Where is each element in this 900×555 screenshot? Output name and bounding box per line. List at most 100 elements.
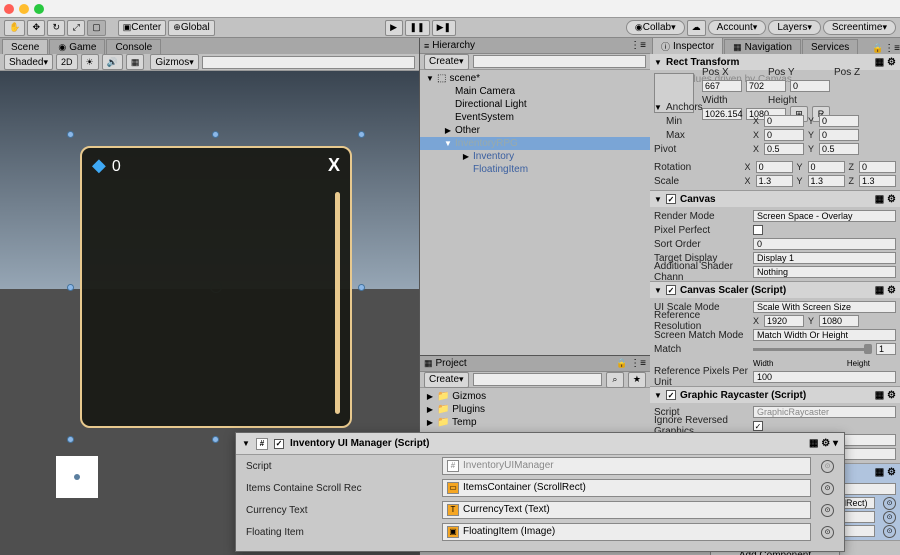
popup-items-field[interactable]: ▭ItemsContainer (ScrollRect) <box>442 479 811 497</box>
layers-dropdown[interactable]: Layers ▾ <box>768 20 821 35</box>
tab-navigation[interactable]: ▦ Navigation <box>724 39 801 54</box>
selection-handle[interactable] <box>67 131 74 138</box>
pivoty-field[interactable]: 0.5 <box>819 143 859 155</box>
target-display-dropdown[interactable]: Display 1 <box>753 252 896 264</box>
anchor-minx-field[interactable]: 0 <box>764 115 804 127</box>
rotate-tool-button[interactable]: ↻ <box>47 20 65 36</box>
audio-toggle[interactable]: 🔊 <box>102 54 123 70</box>
hierarchy-item[interactable]: ▶Other <box>420 124 650 137</box>
hierarchy-item[interactable]: ▼⬚ scene* <box>420 72 650 85</box>
hierarchy-panel-header[interactable]: ≡ Hierarchy⋮≡ <box>420 38 650 54</box>
tab-scene[interactable]: Scene <box>2 39 48 54</box>
match-mode-dropdown[interactable]: Match Width Or Height <box>753 329 896 341</box>
selection-handle[interactable] <box>358 284 365 291</box>
inventory-close-button[interactable]: X <box>328 155 340 176</box>
hierarchy-menu-icon[interactable]: ⋮≡ <box>630 40 646 51</box>
hierarchy-item[interactable]: FloatingItem <box>420 163 650 176</box>
scaz-field[interactable]: 1.3 <box>859 175 896 187</box>
rotx-field[interactable]: 0 <box>756 161 793 173</box>
pivotx-field[interactable]: 0.5 <box>764 143 804 155</box>
selection-handle[interactable] <box>212 131 219 138</box>
layout-dropdown[interactable]: Screentime ▾ <box>823 20 896 35</box>
project-item[interactable]: ▶📁 Gizmos <box>420 390 650 403</box>
object-picker-icon[interactable]: ⊙ <box>883 525 896 538</box>
project-item[interactable]: ▶📁 Plugins <box>420 403 650 416</box>
scax-field[interactable]: 1.3 <box>756 175 793 187</box>
rect-tool-button[interactable]: ▢ <box>87 20 106 36</box>
rotz-field[interactable]: 0 <box>859 161 896 173</box>
close-window-button[interactable] <box>4 4 14 14</box>
rotation-mode-button[interactable]: ⊕ Global <box>168 20 214 36</box>
play-button[interactable]: ▶ <box>385 20 403 36</box>
anchor-maxy-field[interactable]: 0 <box>819 129 859 141</box>
scay-field[interactable]: 1.3 <box>808 175 845 187</box>
cloud-button[interactable]: ☁ <box>687 20 706 36</box>
match-slider[interactable] <box>753 348 872 351</box>
component-menu-icon[interactable]: ▦ ⚙ <box>875 390 896 401</box>
inspector-lock-icon[interactable]: 🔒 <box>872 43 883 54</box>
hierarchy-search-input[interactable] <box>473 55 646 68</box>
project-star-icon[interactable]: ★ <box>628 372 646 388</box>
inventory-scrollbar[interactable] <box>335 192 340 414</box>
pause-button[interactable]: ❚❚ <box>405 20 430 36</box>
component-menu-icon[interactable]: ▦ ⚙ <box>875 194 896 205</box>
anchor-miny-field[interactable]: 0 <box>819 115 859 127</box>
popup-currency-field[interactable]: TCurrencyText (Text) <box>442 501 811 519</box>
fx-toggle[interactable]: ▦ <box>126 54 145 70</box>
raycaster-enabled-checkbox[interactable]: ✓ <box>666 390 676 400</box>
inspector-menu-icon[interactable]: ⋮≡ <box>884 43 900 54</box>
ignore-reversed-checkbox[interactable]: ✓ <box>753 421 763 431</box>
roty-field[interactable]: 0 <box>808 161 845 173</box>
raycaster-header[interactable]: ▼✓Graphic Raycaster (Script)▦ ⚙ <box>650 387 900 403</box>
2d-toggle[interactable]: 2D <box>56 54 78 70</box>
tab-console[interactable]: Console <box>106 39 161 54</box>
pixel-perfect-checkbox[interactable] <box>753 225 763 235</box>
render-mode-dropdown[interactable]: Screen Space - Overlay <box>753 210 896 222</box>
canvas-enabled-checkbox[interactable]: ✓ <box>666 194 676 204</box>
selection-handle[interactable] <box>358 131 365 138</box>
ref-res-y[interactable]: 1080 <box>819 315 859 327</box>
popup-header[interactable]: ▼ # ✓ Inventory UI Manager (Script) ▦ ⚙ … <box>236 433 844 455</box>
project-create-dropdown[interactable]: Create ▾ <box>424 372 469 388</box>
zoom-window-button[interactable] <box>34 4 44 14</box>
component-menu-icon[interactable]: ▦ ⚙ <box>875 467 896 478</box>
project-filter-icon[interactable]: ⌕ <box>606 372 624 388</box>
gizmos-dropdown[interactable]: Gizmos ▾ <box>150 54 198 70</box>
anchor-maxx-field[interactable]: 0 <box>764 129 804 141</box>
object-picker-icon[interactable]: ⊙ <box>821 482 834 495</box>
ref-ppu-field[interactable]: 100 <box>753 371 896 383</box>
step-button[interactable]: ▶❚ <box>432 20 456 36</box>
object-picker-icon[interactable]: ⊙ <box>821 526 834 539</box>
hierarchy-item[interactable]: ▼InventoryRPG <box>420 137 650 150</box>
tab-services[interactable]: Services <box>802 39 858 54</box>
canvas-scaler-header[interactable]: ▼✓Canvas Scaler (Script)▦ ⚙ <box>650 282 900 298</box>
sort-order-field[interactable]: 0 <box>753 238 896 250</box>
minimize-window-button[interactable] <box>19 4 29 14</box>
hierarchy-item[interactable]: Directional Light <box>420 98 650 111</box>
shading-dropdown[interactable]: Shaded ▾ <box>4 54 53 70</box>
pivot-mode-button[interactable]: ▣ Center <box>118 20 167 36</box>
floating-item-square[interactable] <box>56 456 98 498</box>
account-dropdown[interactable]: Account ▾ <box>708 20 767 35</box>
selection-handle[interactable] <box>67 436 74 443</box>
hierarchy-item[interactable]: ▶Inventory <box>420 150 650 163</box>
hierarchy-item[interactable]: Main Camera <box>420 85 650 98</box>
project-item[interactable]: ▶📁 Temp <box>420 416 650 429</box>
object-picker-icon[interactable]: ⊙ <box>821 504 834 517</box>
project-panel-header[interactable]: ▦ Project🔒 ⋮≡ <box>420 356 650 372</box>
posx-field[interactable]: 667 <box>702 80 742 92</box>
collab-dropdown[interactable]: ◉ Collab ▾ <box>626 20 685 35</box>
project-menu-icon[interactable]: ⋮≡ <box>630 358 646 369</box>
object-picker-icon[interactable]: ⊙ <box>883 511 896 524</box>
canvas-header[interactable]: ▼✓Canvas▦ ⚙ <box>650 191 900 207</box>
posy-field[interactable]: 702 <box>746 80 786 92</box>
component-menu-icon[interactable]: ▦ ⚙ <box>875 285 896 296</box>
tab-game[interactable]: ◉ Game <box>49 39 105 54</box>
selection-handle[interactable] <box>67 284 74 291</box>
lighting-toggle[interactable]: ☀ <box>81 54 99 70</box>
project-search-input[interactable] <box>473 373 602 386</box>
move-tool-button[interactable]: ✥ <box>27 20 45 36</box>
match-value-field[interactable]: 1 <box>876 343 896 355</box>
scene-search-input[interactable] <box>202 56 415 69</box>
object-picker-icon[interactable]: ⊙ <box>883 497 896 510</box>
